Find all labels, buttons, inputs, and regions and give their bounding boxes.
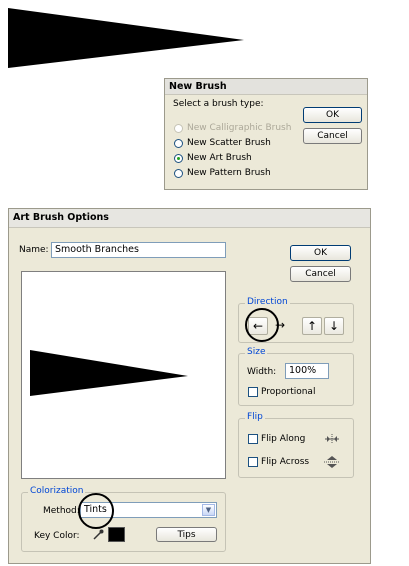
new-brush-dialog: New Brush Select a brush type: New Calli… [164,78,368,190]
eyedropper-icon[interactable] [92,529,104,541]
arrow-up-icon: ↑ [306,319,318,333]
art-brush-options-title: Art Brush Options [9,209,370,228]
flip-across-checkbox[interactable] [248,457,258,467]
option-label: New Scatter Brush [187,138,271,148]
size-group: Size Width: 100% Proportional [238,347,354,406]
name-field[interactable]: Smooth Branches [51,242,226,258]
brush-preview-panel [21,271,226,479]
option-label: New Pattern Brush [187,168,271,178]
radio-scatter[interactable] [174,139,183,148]
key-color-swatch[interactable] [108,527,125,542]
radio-pattern[interactable] [174,169,183,178]
proportional-label: Proportional [261,387,316,397]
flip-along-icon [325,434,339,444]
direction-down-button[interactable]: ↓ [324,317,344,335]
name-label: Name: [19,245,49,255]
flip-across-label: Flip Across [261,457,310,467]
art-brush-options-dialog: Art Brush Options Name: Smooth Branches … [8,208,371,564]
radio-calligraphic [174,124,183,133]
flip-legend: Flip [245,412,265,422]
width-label: Width: [247,367,277,377]
brush-type-prompt: Select a brush type: [173,99,264,109]
radio-art[interactable] [174,154,183,163]
ok-button[interactable]: OK [303,107,362,123]
flip-along-label: Flip Along [261,434,306,444]
colorization-legend: Colorization [28,486,86,496]
new-brush-title: New Brush [165,79,367,95]
brush-preview-wedge [30,350,188,396]
flip-along-checkbox[interactable] [248,434,258,444]
method-label: Method: [43,506,80,516]
key-color-label: Key Color: [34,531,80,541]
option-label: New Art Brush [187,153,252,163]
brush-stroke-preview [8,8,244,68]
arrow-down-icon: ↓ [328,319,340,333]
highlight-circle-direction [245,308,279,342]
proportional-checkbox[interactable] [248,387,258,397]
ok-button[interactable]: OK [290,245,351,261]
direction-legend: Direction [245,297,290,307]
flip-across-icon [324,456,340,468]
chevron-down-icon[interactable]: ▼ [202,504,215,516]
option-label: New Calligraphic Brush [187,123,292,133]
flip-group: Flip Flip Along Flip Across [238,412,354,478]
size-legend: Size [245,347,268,357]
direction-up-button[interactable]: ↑ [302,317,322,335]
cancel-button[interactable]: Cancel [303,128,362,144]
highlight-circle-method [78,493,114,529]
cancel-button[interactable]: Cancel [290,266,351,282]
width-field[interactable]: 100% [285,363,329,379]
colorization-group: Colorization Method: Tints ▼ Key Color: … [21,486,226,552]
tips-button[interactable]: Tips [156,527,217,542]
